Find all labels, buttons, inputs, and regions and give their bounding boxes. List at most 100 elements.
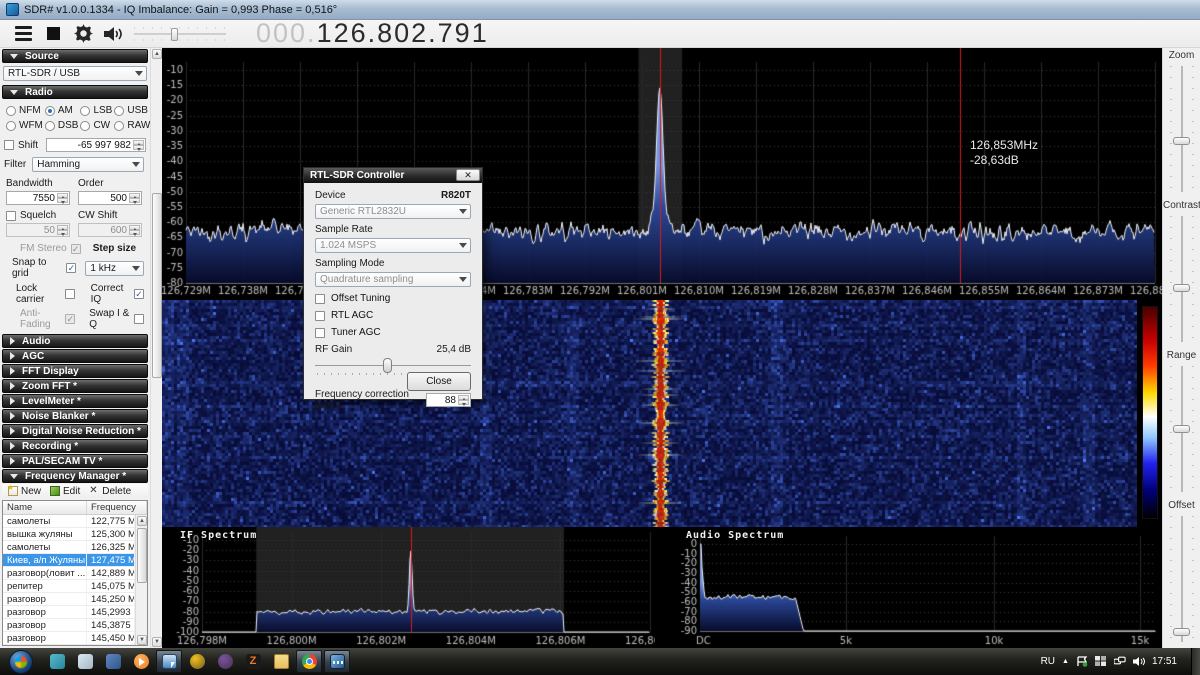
panel-pal-secam-tv[interactable]: PAL/SECAM TV *: [2, 454, 148, 468]
panel-noise-blanker[interactable]: Noise Blanker *: [2, 409, 148, 423]
table-row[interactable]: репитер145,075 MHz: [3, 580, 135, 593]
stop-button[interactable]: [40, 22, 66, 46]
if-spectrum-canvas[interactable]: [162, 527, 655, 648]
device-select[interactable]: Generic RTL2832U: [315, 204, 471, 219]
frequency-value[interactable]: 126.802.791: [317, 18, 489, 48]
radio-button[interactable]: [45, 121, 55, 131]
taskbar-icon-app-window[interactable]: [72, 650, 98, 673]
offset-tuning-checkbox[interactable]: [315, 294, 325, 304]
dialog-close-button[interactable]: ✕: [456, 169, 480, 181]
audio-button[interactable]: [100, 22, 126, 46]
rtlsdr-controller-dialog[interactable]: RTL-SDR Controller ✕ Device R820T Generi…: [303, 167, 483, 400]
shift-input[interactable]: -65 997 982: [46, 138, 146, 152]
snap-to-grid-checkbox[interactable]: ✓: [66, 263, 76, 273]
spinner-arrows[interactable]: [458, 395, 469, 405]
scroll-down-button[interactable]: ▼: [152, 637, 162, 647]
sample-rate-select[interactable]: 1.024 MSPS: [315, 238, 471, 253]
column-header-name[interactable]: Name: [3, 501, 87, 514]
edit-entry-button[interactable]: Edit: [47, 486, 83, 497]
slider-thumb[interactable]: [1173, 284, 1190, 292]
hidden-icons-arrow[interactable]: ▲: [1062, 658, 1069, 665]
taskbar-icon-icq[interactable]: [184, 650, 210, 673]
radio-button[interactable]: [6, 121, 16, 131]
scroll-up-button[interactable]: ▲: [152, 49, 162, 59]
squelch-input[interactable]: 50: [6, 223, 70, 237]
table-row[interactable]: самолеты122,775 MHz: [3, 515, 135, 528]
table-scroll-down[interactable]: ▼: [137, 635, 147, 645]
taskbar-icon-explorer[interactable]: [268, 650, 294, 673]
mode-option-raw[interactable]: RAW: [114, 120, 150, 131]
panel-agc[interactable]: AGC: [2, 349, 148, 363]
radio-button[interactable]: [114, 121, 124, 131]
taskbar-icon-viber[interactable]: [212, 650, 238, 673]
taskbar-icon-image-viewer[interactable]: [156, 650, 182, 673]
panel-zoom-fft[interactable]: Zoom FFT *: [2, 379, 148, 393]
volume-tray-icon[interactable]: [1133, 656, 1145, 667]
taskbar-icon-sdrsharp[interactable]: [324, 650, 350, 673]
rtl-agc-checkbox[interactable]: [315, 311, 325, 321]
spinner-arrows[interactable]: [133, 140, 144, 150]
table-scrollbar[interactable]: ▲▼: [135, 515, 147, 646]
radio-button[interactable]: [114, 106, 124, 116]
taskbar-icon-chrome[interactable]: [296, 650, 322, 673]
delete-entry-button[interactable]: Delete: [86, 486, 134, 497]
volume-thumb[interactable]: [171, 28, 178, 41]
radio-button[interactable]: [45, 106, 55, 116]
taskbar-icon-zona[interactable]: Z: [240, 650, 266, 673]
filter-select[interactable]: Hamming: [32, 157, 144, 172]
table-row[interactable]: Киев, а/п Жуляны127,475 MHz: [3, 554, 135, 567]
dialog-titlebar[interactable]: RTL-SDR Controller ✕: [304, 168, 482, 183]
table-row[interactable]: разговор145,2993 MHz: [3, 606, 135, 619]
correct-iq-checkbox[interactable]: ✓: [134, 289, 144, 299]
cw-shift-input[interactable]: 600: [78, 223, 142, 237]
sidebar-scrollbar[interactable]: ▲ ▼: [150, 48, 162, 648]
slider-thumb[interactable]: [1173, 425, 1190, 433]
panel-source[interactable]: Source: [2, 49, 148, 63]
frequency-display[interactable]: 000.126.802.791: [256, 18, 489, 49]
mode-option-wfm[interactable]: WFM: [6, 120, 43, 131]
show-desktop-button[interactable]: [1191, 648, 1200, 675]
bandwidth-input[interactable]: 7550: [6, 191, 70, 205]
panel-radio[interactable]: Radio: [2, 85, 148, 99]
tuner-agc-checkbox[interactable]: [315, 328, 325, 338]
network-icon[interactable]: [1114, 656, 1126, 667]
panel-recording[interactable]: Recording *: [2, 439, 148, 453]
table-row[interactable]: разговор145,3875 MHz: [3, 619, 135, 632]
app-tray-icon[interactable]: [1095, 656, 1107, 667]
spinner-arrows[interactable]: [57, 193, 68, 203]
panel-frequency-manager[interactable]: Frequency Manager *: [2, 469, 148, 483]
table-scroll-up[interactable]: ▲: [137, 516, 147, 526]
table-row[interactable]: самолеты126,325 MHz: [3, 541, 135, 554]
freq-correction-input[interactable]: 88: [426, 393, 471, 407]
sampling-mode-select[interactable]: Quadrature sampling: [315, 272, 471, 287]
volume-slider[interactable]: [134, 26, 226, 42]
mode-option-lsb[interactable]: LSB: [80, 105, 112, 116]
mode-option-dsb[interactable]: DSB: [45, 120, 79, 131]
window-titlebar[interactable]: SDR# v1.0.0.1334 - IQ Imbalance: Gain = …: [0, 0, 1200, 20]
panel-fft-display[interactable]: FFT Display: [2, 364, 148, 378]
panel-audio[interactable]: Audio: [2, 334, 148, 348]
fm-stereo-checkbox[interactable]: ✓: [71, 244, 81, 254]
taskbar-icon-media-player[interactable]: [128, 650, 154, 673]
panel-digital-noise-reduction[interactable]: Digital Noise Reduction *: [2, 424, 148, 438]
source-device-select[interactable]: RTL-SDR / USB: [3, 66, 147, 81]
taskbar-icon-messenger[interactable]: [44, 650, 70, 673]
start-button[interactable]: [6, 650, 36, 674]
swap-iq-checkbox[interactable]: [134, 314, 144, 324]
mode-option-nfm[interactable]: NFM: [6, 105, 43, 116]
language-indicator[interactable]: RU: [1041, 656, 1055, 667]
table-row[interactable]: разговор145,450 MHz: [3, 632, 135, 645]
menu-button[interactable]: [10, 22, 36, 46]
audio-spectrum-canvas[interactable]: [668, 527, 1162, 648]
new-entry-button[interactable]: New: [5, 486, 44, 497]
spinner-arrows[interactable]: [57, 225, 68, 235]
column-header-frequency[interactable]: Frequency: [87, 501, 147, 514]
close-button[interactable]: Close: [407, 372, 471, 391]
action-center-icon[interactable]: [1076, 656, 1088, 667]
settings-button[interactable]: [70, 22, 96, 46]
table-row[interactable]: разговор145,250 MHz: [3, 593, 135, 606]
table-scroll-thumb[interactable]: [137, 528, 147, 583]
slider-thumb[interactable]: [1173, 628, 1190, 636]
spinner-arrows[interactable]: [129, 225, 140, 235]
panel-levelmeter[interactable]: LevelMeter *: [2, 394, 148, 408]
